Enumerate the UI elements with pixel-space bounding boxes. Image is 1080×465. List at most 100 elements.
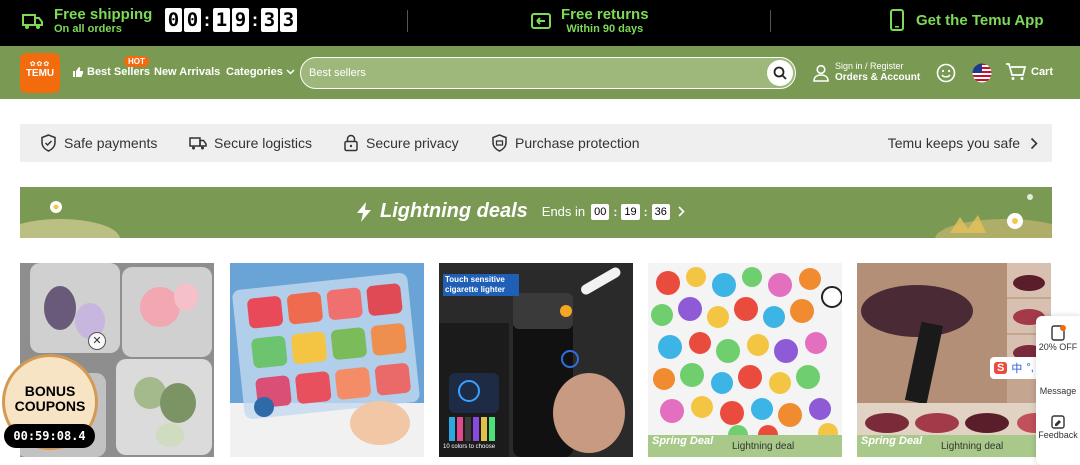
ends-in-label: Ends in (541, 204, 586, 219)
lock-icon (343, 134, 359, 152)
feedback-label: Feedback (1038, 430, 1078, 440)
safe-payments-item[interactable]: Safe payments (40, 124, 157, 162)
side-toolbar: 20% OFF Message Feedback (1036, 316, 1080, 465)
lightning-header: Lightning deals Ends in 00 : 19 : 36 (356, 200, 685, 223)
message-icon (1036, 370, 1080, 386)
account-signin-label: Sign in / Register (835, 61, 904, 71)
return-box-icon (531, 12, 551, 30)
lightning-deal-tag: Spring Deal Lightning deal (857, 435, 1051, 457)
chevron-down-icon (286, 69, 295, 75)
lightning-deal-label: Lightning deal (941, 441, 1004, 452)
purchase-protection-item[interactable]: Purchase protection (491, 124, 640, 162)
search-button[interactable] (767, 60, 793, 86)
safety-bar: Safe payments Secure logistics Secure pr… (20, 124, 1052, 162)
ime-logo-icon: S (994, 362, 1008, 374)
offer-label: 20% OFF (1038, 342, 1078, 352)
returns-title: Free returns (561, 6, 649, 23)
product-image-lip-balm (230, 263, 424, 457)
search-input[interactable] (309, 64, 749, 82)
deal-seconds: 36 (651, 203, 670, 220)
promo-countdown: 0 0 : 1 9 : 3 3 (165, 8, 299, 32)
ime-punct[interactable]: °, (1026, 362, 1033, 374)
account-orders-label: Orders & Account (835, 72, 921, 83)
chevron-right-icon (1030, 137, 1038, 150)
lightning-bolt-icon (356, 201, 372, 222)
deal-hours: 00 (591, 203, 610, 220)
truck-icon (189, 135, 207, 151)
side-feedback[interactable]: Feedback (1036, 414, 1080, 440)
product-overlay-text: Touch sensitive cigarette lighter (443, 274, 519, 296)
spring-deal-badge: Spring Deal (861, 435, 923, 447)
temu-keeps-you-safe-link[interactable]: Temu keeps you safe (888, 124, 1038, 162)
countdown-digit: 0 (165, 8, 182, 32)
purchase-protection-label: Purchase protection (515, 135, 640, 151)
countdown-separator: : (643, 204, 648, 219)
secure-privacy-label: Secure privacy (366, 135, 459, 151)
bonus-line2: COUPONS (14, 398, 86, 414)
secure-logistics-label: Secure logistics (214, 135, 313, 151)
divider (407, 10, 408, 32)
hot-badge: HOT (124, 56, 149, 67)
get-app-link[interactable]: Get the Temu App (890, 9, 1044, 31)
product-card[interactable]: Spring Deal Lightning deal (648, 263, 842, 457)
nav-categories-label: Categories (226, 66, 283, 78)
ime-mode[interactable]: 中 (1011, 360, 1022, 376)
cart-icon (1005, 63, 1027, 81)
get-app-label: Get the Temu App (916, 11, 1044, 29)
countdown-separator: : (252, 9, 258, 30)
cart-label: Cart (1031, 66, 1054, 78)
product-card[interactable] (230, 263, 424, 457)
bonus-close-button[interactable]: ✕ (88, 332, 106, 350)
chevron-right-icon (678, 206, 685, 217)
lightning-deal-tag: Spring Deal Lightning deal (648, 435, 842, 457)
free-shipping-promo[interactable]: Free shipping On all orders (22, 6, 152, 36)
returns-subtitle: Within 90 days (566, 23, 644, 35)
countdown-digit: 0 (184, 8, 201, 32)
secure-logistics-item[interactable]: Secure logistics (189, 124, 312, 162)
user-icon (812, 64, 830, 82)
deal-minutes: 19 (621, 203, 640, 220)
product-card[interactable]: Touch sensitive cigarette lighter 10 col… (439, 263, 633, 457)
phone-icon (890, 9, 904, 31)
lightning-deals-banner[interactable]: Lightning deals Ends in 00 : 19 : 36 (20, 187, 1052, 238)
countdown-separator: : (613, 204, 618, 219)
countdown-digit: 3 (280, 8, 297, 32)
shipping-title: Free shipping (54, 6, 153, 23)
nav-new-arrivals[interactable]: New Arrivals (154, 66, 220, 78)
bonus-coupons-label: BONUS COUPONS (6, 384, 94, 414)
product-image-shoe-charms (648, 263, 842, 457)
shield-check-icon (40, 134, 57, 152)
secure-privacy-item[interactable]: Secure privacy (343, 124, 459, 162)
truck-icon (22, 12, 44, 30)
shipping-subtitle: On all orders (54, 23, 122, 35)
us-flag-icon[interactable] (972, 63, 992, 83)
side-offer[interactable]: 20% OFF (1036, 324, 1080, 352)
support-smiley-icon[interactable] (936, 63, 956, 83)
countdown-digit: 1 (213, 8, 230, 32)
nav-best-sellers-label: Best Sellers (87, 66, 150, 78)
feedback-icon (1036, 414, 1080, 430)
offer-icon (1036, 324, 1080, 342)
divider (770, 10, 771, 32)
safe-payments-label: Safe payments (64, 135, 158, 151)
account-menu[interactable]: Sign in / Register Orders & Account (812, 61, 920, 84)
shield-badge-icon (491, 134, 508, 152)
nav-categories[interactable]: Categories (226, 66, 295, 78)
lightning-title: Lightning deals (380, 200, 528, 222)
message-label: Message (1039, 386, 1077, 396)
logo-text: TEMU (25, 68, 55, 79)
nav-best-sellers[interactable]: Best Sellers (72, 66, 150, 78)
bonus-line1: BONUS (24, 383, 76, 399)
lightning-deal-label: Lightning deal (732, 441, 795, 452)
free-returns-promo[interactable]: Free returns Within 90 days (531, 6, 649, 36)
side-message[interactable]: Message (1036, 370, 1080, 396)
search-bar (300, 57, 796, 89)
countdown-digit: 3 (261, 8, 278, 32)
temu-logo[interactable]: ✿✿✿ TEMU (20, 53, 60, 93)
logo-mark: ✿✿✿ (29, 61, 51, 68)
main-header: ✿✿✿ TEMU Best Sellers HOT New Arrivals C… (0, 46, 1080, 99)
countdown-digit: 9 (232, 8, 249, 32)
thumbs-up-icon (72, 66, 84, 78)
cart-button[interactable]: Cart (1005, 63, 1053, 81)
bonus-countdown: 00:59:08.4 (4, 424, 95, 448)
